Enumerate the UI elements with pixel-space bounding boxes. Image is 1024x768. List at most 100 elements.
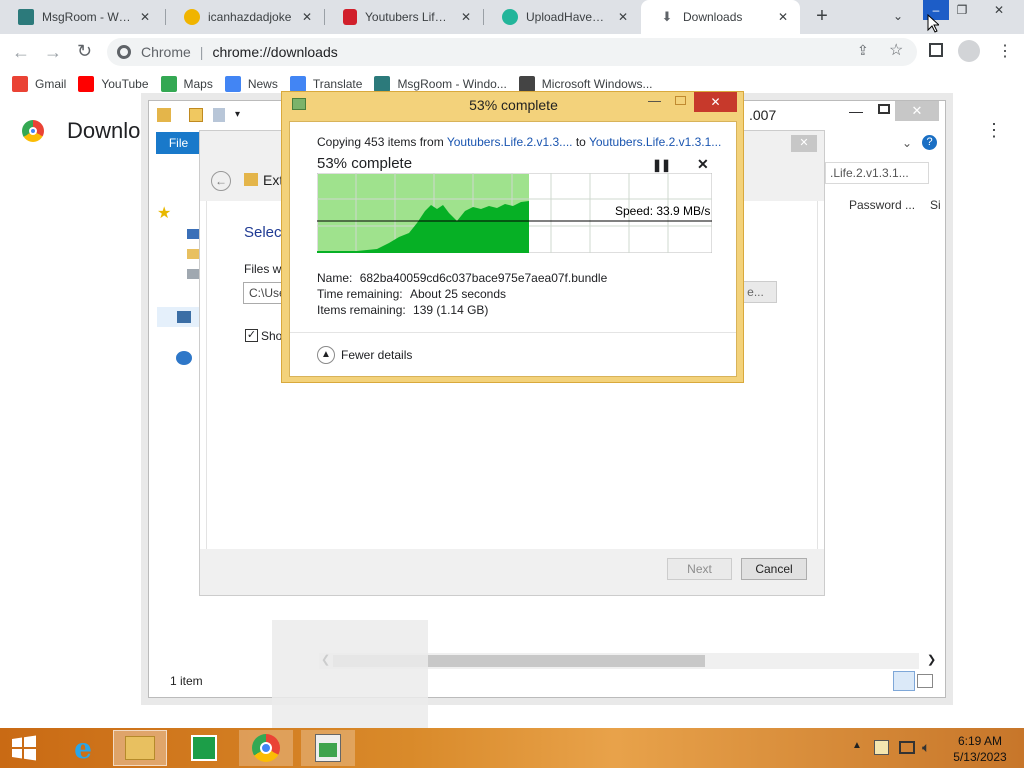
reload-icon[interactable]: ↻ — [77, 41, 92, 62]
large-icons-view-icon[interactable] — [917, 674, 933, 688]
store-taskbar-button[interactable] — [177, 730, 231, 766]
bookmark-youtube[interactable]: YouTube — [78, 76, 149, 92]
time-row: Time remaining: About 25 seconds — [317, 287, 506, 301]
close-icon[interactable]: ✕ — [300, 10, 314, 24]
internet-explorer-taskbar-button[interactable]: e — [56, 730, 110, 766]
details-view-icon[interactable] — [893, 671, 915, 691]
minimize-button[interactable]: — — [849, 103, 863, 119]
bookmark-label: Translate — [312, 77, 363, 91]
destination-link[interactable]: Youtubers.Life.2.v1.3.1... — [589, 135, 721, 149]
cancel-button[interactable]: Cancel — [741, 558, 807, 580]
bookmark-maps[interactable]: Maps — [160, 76, 213, 92]
forward-arrow-icon[interactable]: → — [44, 42, 62, 63]
dialog-body: Copying 453 items from Youtubers.Life.2.… — [289, 121, 737, 377]
tab-msgroom[interactable]: MsgRoom - Windows ✕ — [0, 0, 162, 34]
bookmark-news[interactable]: News — [224, 76, 278, 92]
scroll-right-arrow-icon[interactable]: ❯ — [927, 653, 936, 666]
tab-uploadhaven[interactable]: UploadHaven - Fi ✕ — [484, 0, 640, 34]
tab-downloads[interactable]: ⬇ Downloads ✕ — [641, 0, 800, 34]
file-tab[interactable]: File — [156, 132, 201, 154]
restore-button[interactable]: ❐ — [949, 0, 975, 20]
close-icon[interactable]: ✕ — [138, 10, 152, 24]
libraries-icon[interactable] — [187, 249, 199, 259]
task-manager-taskbar-button[interactable] — [301, 730, 355, 766]
clock-date: 5/13/2023 — [953, 750, 1007, 764]
tab-label: Downloads — [683, 10, 743, 24]
pause-icon[interactable]: ❚❚ — [652, 158, 671, 172]
network-icon[interactable] — [187, 269, 199, 279]
file-explorer-taskbar-button[interactable] — [113, 730, 167, 766]
status-item-count: 1 item — [170, 674, 203, 688]
tab-icanhazdadjoke[interactable]: icanhazdadjoke ✕ — [166, 0, 324, 34]
quick-access-dropdown-icon[interactable]: ▾ — [235, 109, 240, 120]
new-tab-button[interactable]: + — [812, 6, 832, 26]
maximize-button[interactable] — [675, 96, 686, 105]
column-header-size[interactable]: Si — [930, 198, 941, 212]
help-icon[interactable]: ? — [922, 135, 937, 150]
bookmark-translate[interactable]: Translate — [289, 76, 363, 92]
desktop-icon[interactable] — [187, 229, 199, 239]
source-link[interactable]: Youtubers.Life.2.v1.3.... — [447, 135, 573, 149]
browser-toolbar: ← → ↻ Chrome | chrome://downloads ⇪ ☆ ⋮ — [0, 34, 1024, 70]
show-files-checkbox[interactable]: ✓ — [245, 329, 258, 342]
next-button[interactable]: Next — [667, 558, 732, 580]
name-value: 682ba40059cd6c037bace975e7aea07f.bundle — [359, 271, 608, 285]
close-window-button[interactable]: ✕ — [895, 101, 939, 121]
volume-muted-icon[interactable]: 🔈︎ — [922, 739, 930, 756]
cancel-x-icon[interactable]: ✕ — [697, 156, 709, 173]
copying-prefix: Copying 453 items from — [317, 135, 447, 149]
properties-icon[interactable] — [189, 108, 203, 122]
chrome-taskbar-button[interactable] — [239, 730, 293, 766]
bookmark-label: Microsoft Windows... — [541, 77, 653, 91]
search-value: .Life.2.v1.3.1... — [830, 166, 909, 180]
favorites-star-icon[interactable]: ★ — [157, 203, 171, 223]
taskbar: e ▲ 🔈︎ 6:19 AM 5/13/2023 — [0, 728, 1024, 768]
maximize-button[interactable] — [878, 104, 890, 114]
close-icon[interactable]: ✕ — [776, 10, 790, 24]
minimize-button[interactable]: — — [648, 93, 661, 108]
time-label: Time remaining: — [317, 287, 403, 301]
bookmark-label: YouTube — [101, 77, 149, 91]
tab-youtubers-life[interactable]: Youtubers Life 2 P ✕ — [325, 0, 483, 34]
bookmark-gmail[interactable]: Gmail — [12, 76, 66, 92]
network-globe-icon[interactable] — [176, 351, 192, 365]
translate-icon — [289, 76, 306, 92]
tab-strip: MsgRoom - Windows ✕ icanhazdadjoke ✕ You… — [0, 0, 1024, 34]
speed-label: Speed: 33.9 MB/s — [615, 204, 710, 218]
profile-avatar-icon[interactable] — [958, 40, 980, 62]
side-panel-icon[interactable] — [929, 43, 943, 57]
back-arrow-icon[interactable]: ← — [211, 171, 231, 191]
column-header-password[interactable]: Password ... — [849, 198, 915, 212]
fewer-details-toggle[interactable]: ▲ Fewer details — [317, 346, 412, 364]
start-button[interactable] — [0, 730, 48, 766]
share-icon[interactable]: ⇪ — [857, 42, 869, 59]
search-box[interactable]: .Life.2.v1.3.1... — [825, 162, 929, 184]
close-icon[interactable]: ✕ — [459, 10, 473, 24]
bookmark-msgroom[interactable]: MsgRoom - Windo... — [374, 76, 507, 92]
back-arrow-icon[interactable]: ← — [12, 42, 30, 63]
new-folder-icon[interactable] — [213, 108, 225, 122]
show-hidden-icons-chevron-icon[interactable]: ▲ — [852, 740, 862, 751]
laughing-face-icon — [184, 9, 200, 25]
news-icon — [224, 76, 241, 92]
copying-summary: Copying 453 items from Youtubers.Life.2.… — [317, 135, 721, 149]
address-bar[interactable]: Chrome | chrome://downloads — [107, 38, 917, 66]
close-window-button[interactable]: ✕ — [985, 0, 1013, 20]
clock[interactable]: 6:19 AM 5/13/2023 — [943, 733, 1017, 765]
chrome-logo-icon — [117, 45, 131, 59]
bookmark-label: Gmail — [35, 77, 67, 91]
chevron-down-icon[interactable]: ⌄ — [890, 9, 906, 25]
download-icon: ⬇ — [661, 9, 673, 24]
downloads-menu-icon[interactable]: ⋮ — [985, 120, 1003, 141]
menu-kebab-icon[interactable]: ⋮ — [997, 41, 1013, 61]
close-icon[interactable]: ✕ — [616, 10, 630, 24]
star-icon[interactable]: ☆ — [889, 40, 903, 60]
bookmark-microsoft-windows[interactable]: Microsoft Windows... — [518, 76, 653, 92]
close-button[interactable]: ✕ — [791, 135, 817, 152]
action-center-flag-icon[interactable] — [874, 740, 889, 755]
network-monitor-icon[interactable] — [899, 741, 915, 754]
items-value: 139 (1.14 GB) — [413, 303, 489, 317]
destination-path-input[interactable]: C:\Use — [243, 282, 283, 304]
close-dialog-button[interactable]: ✕ — [694, 92, 737, 112]
chevron-down-icon[interactable]: ⌄ — [902, 136, 912, 150]
